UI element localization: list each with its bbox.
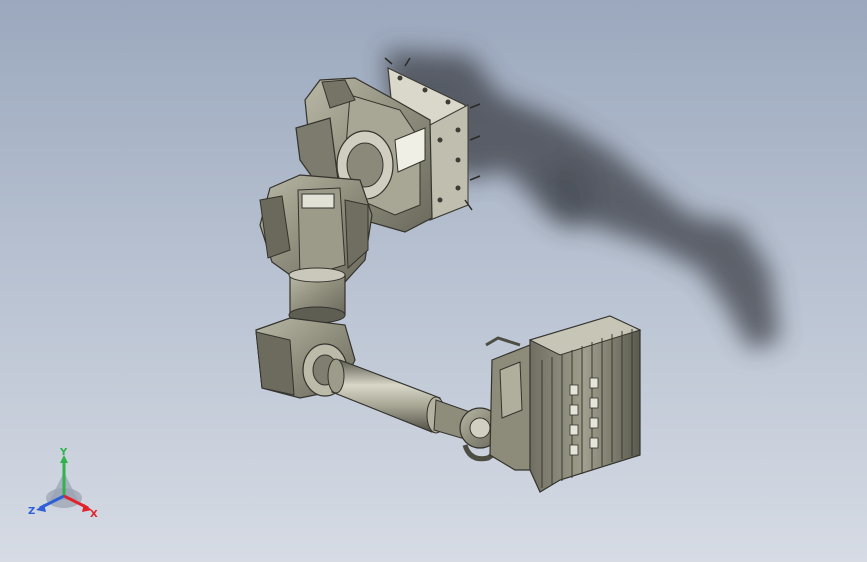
z-axis-label: Z — [28, 506, 35, 517]
coordinate-triad-icon: Y X Z — [28, 447, 98, 520]
graphics-viewport[interactable]: Y X Z — [0, 0, 867, 562]
model-scene[interactable] — [0, 0, 867, 562]
elbow-joint — [288, 267, 346, 324]
robot-arm-model[interactable] — [255, 57, 642, 493]
forearm-tube — [327, 358, 471, 441]
x-axis-label: X — [90, 509, 98, 520]
y-axis-label: Y — [59, 447, 68, 458]
